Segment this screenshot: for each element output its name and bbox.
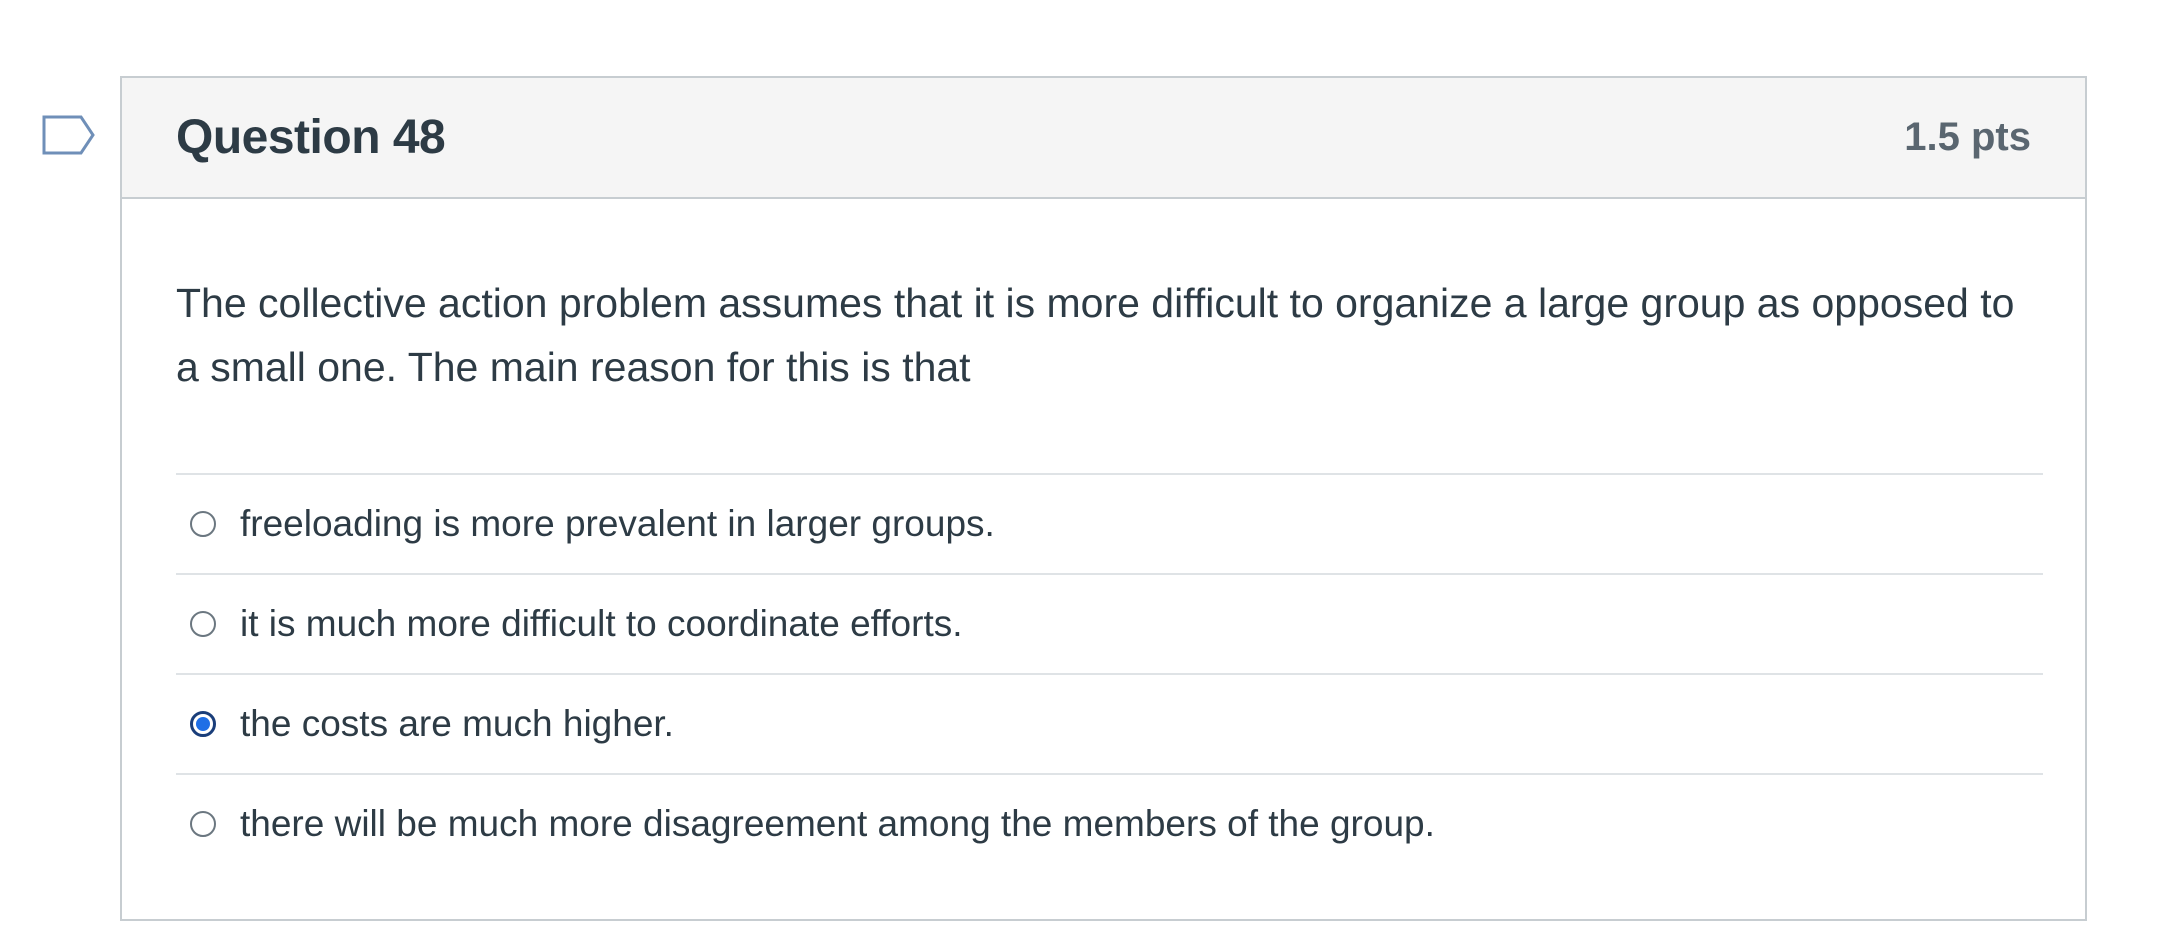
question-body: The collective action problem assumes th… — [122, 199, 2085, 873]
answer-label: freeloading is more prevalent in larger … — [240, 503, 995, 544]
answer-option-3[interactable]: the costs are much higher. — [176, 673, 2043, 773]
answer-label: it is much more difficult to coordinate … — [240, 603, 963, 644]
answer-list: freeloading is more prevalent in larger … — [176, 473, 2043, 873]
question-points: 1.5 pts — [1904, 115, 2031, 159]
answer-option-4[interactable]: there will be much more disagreement amo… — [176, 773, 2043, 873]
flag-question-button[interactable] — [41, 114, 97, 156]
answer-label: there will be much more disagreement amo… — [240, 803, 1435, 844]
question-title: Question 48 — [176, 111, 446, 164]
question-text: The collective action problem assumes th… — [176, 280, 2015, 390]
radio-button-selected[interactable] — [190, 711, 216, 737]
question-card: Question 48 1.5 pts The collective actio… — [120, 76, 2087, 921]
answer-option-1[interactable]: freeloading is more prevalent in larger … — [176, 473, 2043, 573]
radio-button[interactable] — [190, 811, 216, 837]
answer-option-2[interactable]: it is much more difficult to coordinate … — [176, 573, 2043, 673]
quiz-page: Question 48 1.5 pts The collective actio… — [0, 0, 2157, 931]
radio-button[interactable] — [190, 611, 216, 637]
radio-button[interactable] — [190, 511, 216, 537]
question-header: Question 48 1.5 pts — [122, 78, 2085, 199]
flag-outline-icon — [42, 115, 95, 155]
answer-label: the costs are much higher. — [240, 703, 674, 744]
